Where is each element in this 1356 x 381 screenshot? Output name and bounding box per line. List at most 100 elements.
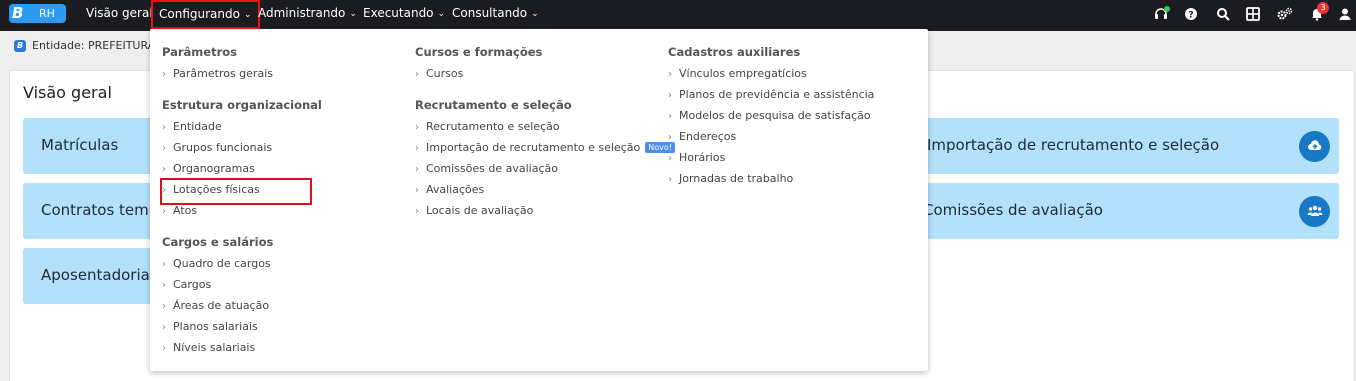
menu-item-enderecos[interactable]: › Endereços (668, 130, 736, 143)
svg-text:?: ? (1188, 11, 1193, 21)
chevron-right-icon: › (415, 185, 419, 196)
menu-item-label: Endereços (679, 130, 737, 143)
menu-item-cursos[interactable]: › Cursos (415, 67, 463, 80)
tile-aposentadorias-label: Aposentadorias (41, 266, 158, 284)
online-status-dot (1164, 6, 1170, 12)
user-icon[interactable] (1337, 7, 1353, 23)
menu-item-label: Cargos (173, 278, 212, 291)
tile-aposentadorias[interactable]: Aposentadorias (23, 248, 158, 304)
menu-item-cargos[interactable]: › Cargos (162, 278, 211, 291)
menu-item-label: Parâmetros gerais (173, 67, 273, 80)
nav-administrando[interactable]: Administrando ⌄ (258, 0, 357, 26)
chevron-right-icon: › (162, 301, 166, 312)
menu-item-label: Cursos (426, 67, 464, 80)
chevron-right-icon: › (415, 164, 419, 175)
chevron-right-icon: › (415, 122, 419, 133)
menu-item-parametros-gerais[interactable]: › Parâmetros gerais (162, 67, 273, 80)
search-icon[interactable] (1215, 7, 1231, 23)
page-title: Visão geral (23, 83, 112, 102)
users-group-icon[interactable] (1299, 196, 1330, 227)
menu-item-planos-de-previdencia[interactable]: › Planos de previdência e assistência (668, 88, 874, 101)
notification-count-badge: 3 (1317, 2, 1329, 14)
menu-item-modelos-de-pesquisa[interactable]: › Modelos de pesquisa de satisfação (668, 109, 871, 122)
menu-item-label: Comissões de avaliação (426, 162, 558, 175)
menu-item-jornadas-de-trabalho[interactable]: › Jornadas de trabalho (668, 172, 793, 185)
menu-item-label: Organogramas (173, 162, 255, 175)
chevron-right-icon: › (162, 143, 166, 154)
menu-item-quadro-de-cargos[interactable]: › Quadro de cargos (162, 257, 271, 270)
logo-letter: B (12, 4, 24, 22)
chevron-right-icon: › (162, 122, 166, 133)
menu-item-niveis-salariais[interactable]: › Níveis salariais (162, 341, 255, 354)
nav-configurando[interactable]: Configurando ⌄ (151, 0, 260, 29)
chevron-right-icon: › (415, 143, 419, 154)
apps-grid-icon[interactable] (1245, 7, 1261, 23)
chevron-right-icon: › (162, 206, 166, 217)
nav-administrando-label: Administrando (258, 6, 346, 20)
section-title-cadastros-auxiliares: Cadastros auxiliares (668, 45, 801, 59)
tile-importacao-label[interactable]: Importação de recrutamento e seleção (927, 136, 1219, 154)
chevron-right-icon: › (162, 322, 166, 333)
tile-matriculas-label: Matrículas (41, 136, 119, 154)
menu-item-vinculos-empregaticios[interactable]: › Vínculos empregatícios (668, 67, 807, 80)
tile-contratos-label: Contratos temp (41, 201, 159, 219)
menu-item-label: Entidade (173, 120, 222, 133)
chevron-right-icon: › (668, 174, 672, 185)
menu-item-label: Importação de recrutamento e seleção (426, 141, 641, 154)
nav-visao-geral-label: Visão geral (86, 6, 153, 20)
chevron-right-icon: › (415, 206, 419, 217)
menu-item-locais-de-avaliacao[interactable]: › Locais de avaliação (415, 204, 533, 217)
tile-comissoes-label[interactable]: Comissões de avaliação (923, 201, 1103, 219)
menu-item-planos-salariais[interactable]: › Planos salariais (162, 320, 258, 333)
chevron-right-icon: › (415, 69, 419, 80)
menu-item-horarios[interactable]: › Horários (668, 151, 725, 164)
cloud-upload-icon[interactable] (1299, 131, 1330, 162)
menu-item-label: Áreas de atuação (173, 299, 270, 312)
section-title-cargos: Cargos e salários (162, 235, 274, 249)
chevron-right-icon: › (162, 280, 166, 291)
chevron-right-icon: › (668, 111, 672, 122)
help-icon[interactable]: ? (1183, 7, 1199, 23)
entity-logo-icon: B (14, 40, 26, 52)
chevron-right-icon: › (668, 69, 672, 80)
selection-highlight (160, 178, 312, 205)
menu-item-recrutamento-e-selecao[interactable]: › Recrutamento e seleção (415, 120, 560, 133)
menu-item-lotacoes-fisicas[interactable]: › Lotações físicas (160, 178, 312, 205)
menu-item-label: Horários (679, 151, 726, 164)
menu-item-areas-de-atuacao[interactable]: › Áreas de atuação (162, 299, 269, 312)
entity-label[interactable]: Entidade: PREFEITURA D (32, 39, 167, 52)
menu-item-atos[interactable]: › Atos (162, 204, 197, 217)
nav-consultando[interactable]: Consultando ⌄ (452, 0, 539, 26)
menu-item-organogramas[interactable]: › Organogramas (162, 162, 255, 175)
menu-item-importacao-recrutamento[interactable]: › Importação de recrutamento e seleção Nov… (415, 141, 675, 154)
menu-item-label: Grupos funcionais (173, 141, 273, 154)
nav-visao-geral[interactable]: Visão geral (86, 0, 153, 26)
nav-consultando-label: Consultando (452, 6, 528, 20)
chevron-right-icon: › (668, 90, 672, 101)
menu-item-grupos-funcionais[interactable]: › Grupos funcionais (162, 141, 272, 154)
section-title-parametros: Parâmetros (162, 45, 238, 59)
menu-item-label: Níveis salariais (173, 341, 256, 354)
app-logo[interactable]: B RH (9, 4, 66, 23)
menu-item-label: Quadro de cargos (173, 257, 271, 270)
nav-executando-label: Executando (363, 6, 434, 20)
nav-executando[interactable]: Executando ⌄ (363, 0, 445, 26)
notifications-bell-icon[interactable]: 3 (1309, 2, 1329, 23)
menu-item-label: Jornadas de trabalho (679, 172, 794, 185)
menu-item-label: Planos salariais (173, 320, 258, 333)
headset-icon[interactable] (1153, 6, 1170, 23)
chevron-down-icon: ⌄ (531, 9, 539, 19)
configurando-dropdown-menu: Parâmetros › Parâmetros gerais Estrutura … (150, 29, 928, 371)
menu-item-entidade[interactable]: › Entidade (162, 120, 222, 133)
menu-item-avaliacoes[interactable]: › Avaliações (415, 183, 484, 196)
menu-item-label: Recrutamento e seleção (426, 120, 560, 133)
settings-gears-icon[interactable] (1277, 7, 1293, 23)
menu-item-label: Atos (173, 204, 198, 217)
chevron-right-icon: › (668, 132, 672, 143)
chevron-right-icon: › (162, 343, 166, 354)
section-title-cursos: Cursos e formações (415, 45, 543, 59)
menu-item-label: Planos de previdência e assistência (679, 88, 875, 101)
menu-item-label: Avaliações (426, 183, 485, 196)
menu-item-label: Vínculos empregatícios (679, 67, 807, 80)
menu-item-comissoes-de-avaliacao[interactable]: › Comissões de avaliação (415, 162, 558, 175)
